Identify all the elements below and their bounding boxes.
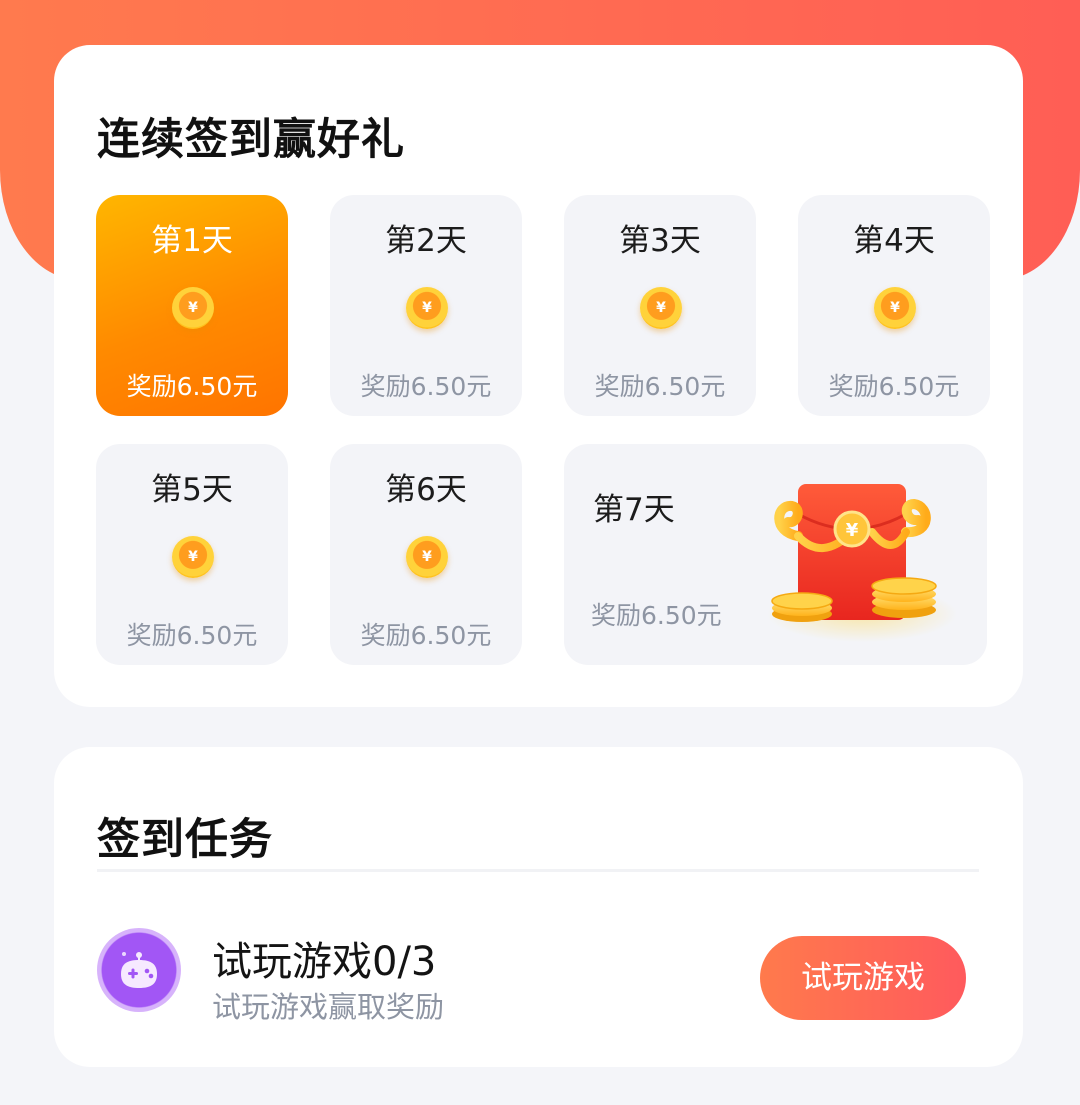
day-label: 第5天 [151,472,233,508]
day-reward: 奖励6.50元 [360,372,492,401]
coin-icon: ¥ [406,536,448,578]
day-card-2[interactable]: 第2天 ¥ 奖励6.50元 [330,195,522,416]
day-card-3[interactable]: 第3天 ¥ 奖励6.50元 [564,195,756,416]
coin-icon: ¥ [874,287,916,329]
day-reward: 奖励6.50元 [126,372,258,401]
red-envelope-icon: ¥ [767,484,957,642]
day-card-1[interactable]: 第1天 ¥ 奖励6.50元 [96,195,288,416]
coin-icon: ¥ [172,287,214,329]
day-label: 第3天 [619,223,701,259]
svg-text:¥: ¥ [846,520,859,541]
play-game-button[interactable]: 试玩游戏 [760,936,966,1020]
task-subtitle: 试玩游戏赢取奖励 [212,990,445,1024]
day-label: 第2天 [385,223,467,259]
day-label: 第7天 [593,492,675,528]
day-reward: 奖励6.50元 [360,621,492,650]
tasks-card: 签到任务 试玩游戏0/3 试玩游戏赢取奖励 试玩游戏 [54,747,1023,1067]
day-card-6[interactable]: 第6天 ¥ 奖励6.50元 [330,444,522,665]
tasks-title: 签到任务 [97,815,273,865]
gamepad-icon [97,928,181,1012]
checkin-title: 连续签到赢好礼 [97,115,405,165]
divider [97,869,979,872]
coin-icon: ¥ [406,287,448,329]
checkin-page: 连续签到赢好礼 第1天 ¥ 奖励6.50元 第2天 ¥ 奖励6.50元 第3天 … [0,0,1080,1105]
day-reward: 奖励6.50元 [126,621,258,650]
day-label: 第6天 [385,472,467,508]
task-title: 试玩游戏0/3 [212,939,437,985]
day-reward: 奖励6.50元 [828,372,960,401]
day-card-7[interactable]: 第7天 奖励6.50元 ¥ [564,444,987,665]
day-card-5[interactable]: 第5天 ¥ 奖励6.50元 [96,444,288,665]
day-reward: 奖励6.50元 [594,372,726,401]
day-reward: 奖励6.50元 [591,601,722,630]
coin-icon: ¥ [172,536,214,578]
day-card-4[interactable]: 第4天 ¥ 奖励6.50元 [798,195,990,416]
checkin-card: 连续签到赢好礼 第1天 ¥ 奖励6.50元 第2天 ¥ 奖励6.50元 第3天 … [54,45,1023,707]
coin-icon: ¥ [640,287,682,329]
day-label: 第1天 [151,223,233,259]
day-label: 第4天 [853,223,935,259]
